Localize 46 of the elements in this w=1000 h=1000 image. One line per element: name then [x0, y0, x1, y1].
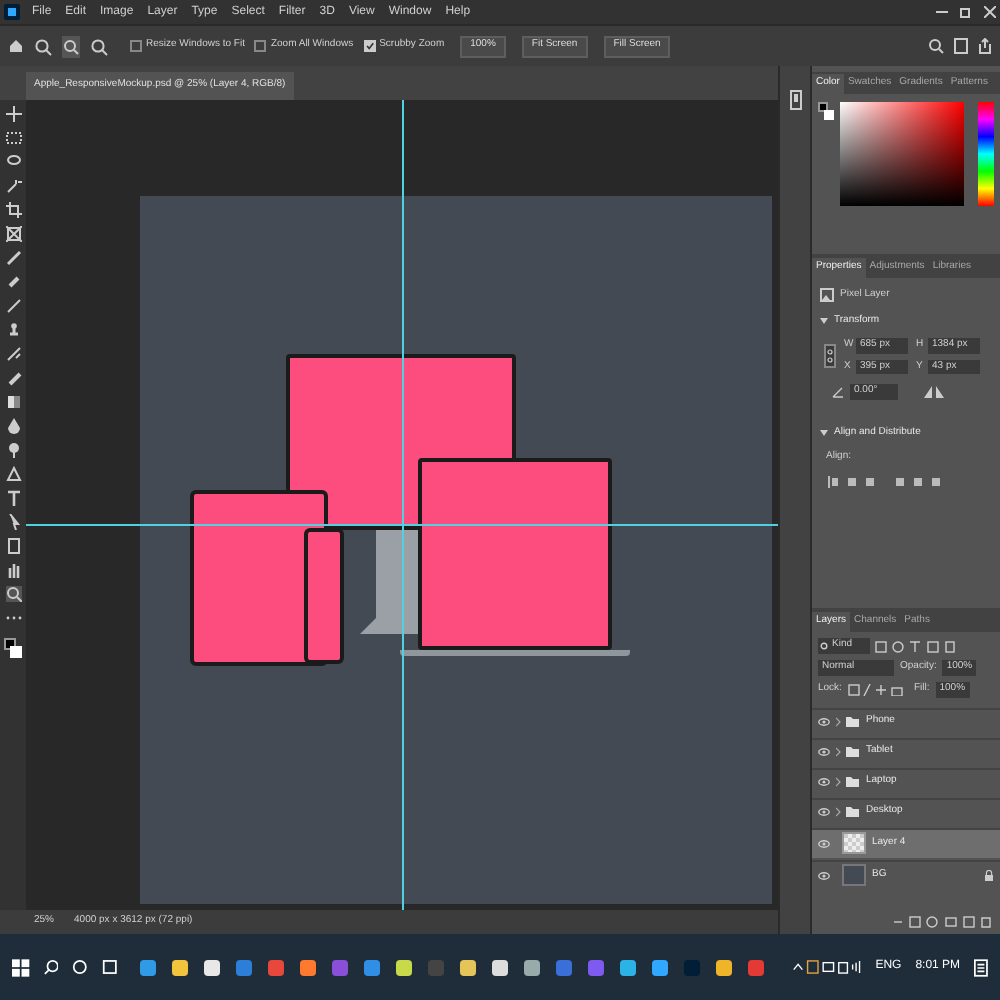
link-icon[interactable] — [824, 344, 836, 368]
eye-icon[interactable] — [818, 808, 830, 816]
search-icon — [820, 641, 830, 651]
zoom-icon[interactable] — [34, 37, 52, 55]
restore-icon[interactable] — [960, 6, 972, 18]
flip-icon[interactable] — [924, 385, 944, 398]
color-field[interactable] — [839, 102, 965, 206]
eye-icon[interactable] — [818, 871, 830, 879]
eye-icon[interactable] — [818, 839, 830, 847]
eye-icon[interactable] — [818, 778, 830, 786]
eye-icon[interactable] — [818, 748, 830, 756]
folder-icon — [836, 746, 860, 758]
app-logo-icon — [4, 4, 20, 20]
circle-icon[interactable] — [72, 958, 89, 976]
layer-thumbnail — [842, 864, 866, 886]
minimize-icon[interactable] — [936, 6, 948, 18]
notifications-icon[interactable] — [974, 957, 988, 977]
chevron-down-icon[interactable] — [820, 429, 828, 436]
task-view-icon[interactable] — [102, 958, 119, 976]
lock-options-icons[interactable] — [847, 683, 908, 696]
color-swatches-icon[interactable] — [818, 102, 834, 120]
tray-icons[interactable] — [792, 958, 862, 976]
folder-icon — [836, 776, 860, 788]
workspace-icon[interactable] — [954, 38, 968, 54]
zoom-in-icon[interactable] — [62, 35, 80, 57]
layer-actions-icons[interactable] — [892, 916, 992, 928]
zoom-out-icon[interactable] — [90, 37, 108, 55]
layer-thumbnail — [842, 832, 866, 854]
panel-icon[interactable] — [789, 90, 801, 110]
chevron-down-icon[interactable] — [820, 317, 828, 324]
hue-spectrum — [978, 102, 994, 206]
checkbox[interactable] — [254, 40, 267, 52]
folder-icon — [836, 716, 860, 728]
image-icon — [820, 288, 834, 303]
home-icon[interactable] — [8, 38, 24, 54]
windows-start-icon[interactable] — [12, 957, 30, 977]
folder-icon — [836, 806, 860, 818]
angle-icon — [832, 385, 844, 398]
checkbox[interactable] — [363, 40, 376, 52]
share-icon[interactable] — [978, 38, 992, 54]
lock-icon — [984, 869, 994, 881]
checkbox[interactable] — [130, 40, 142, 52]
eye-icon[interactable] — [818, 718, 830, 726]
color-swatches-icon[interactable] — [4, 638, 22, 658]
close-icon[interactable] — [984, 6, 996, 18]
search-icon[interactable] — [928, 38, 944, 54]
